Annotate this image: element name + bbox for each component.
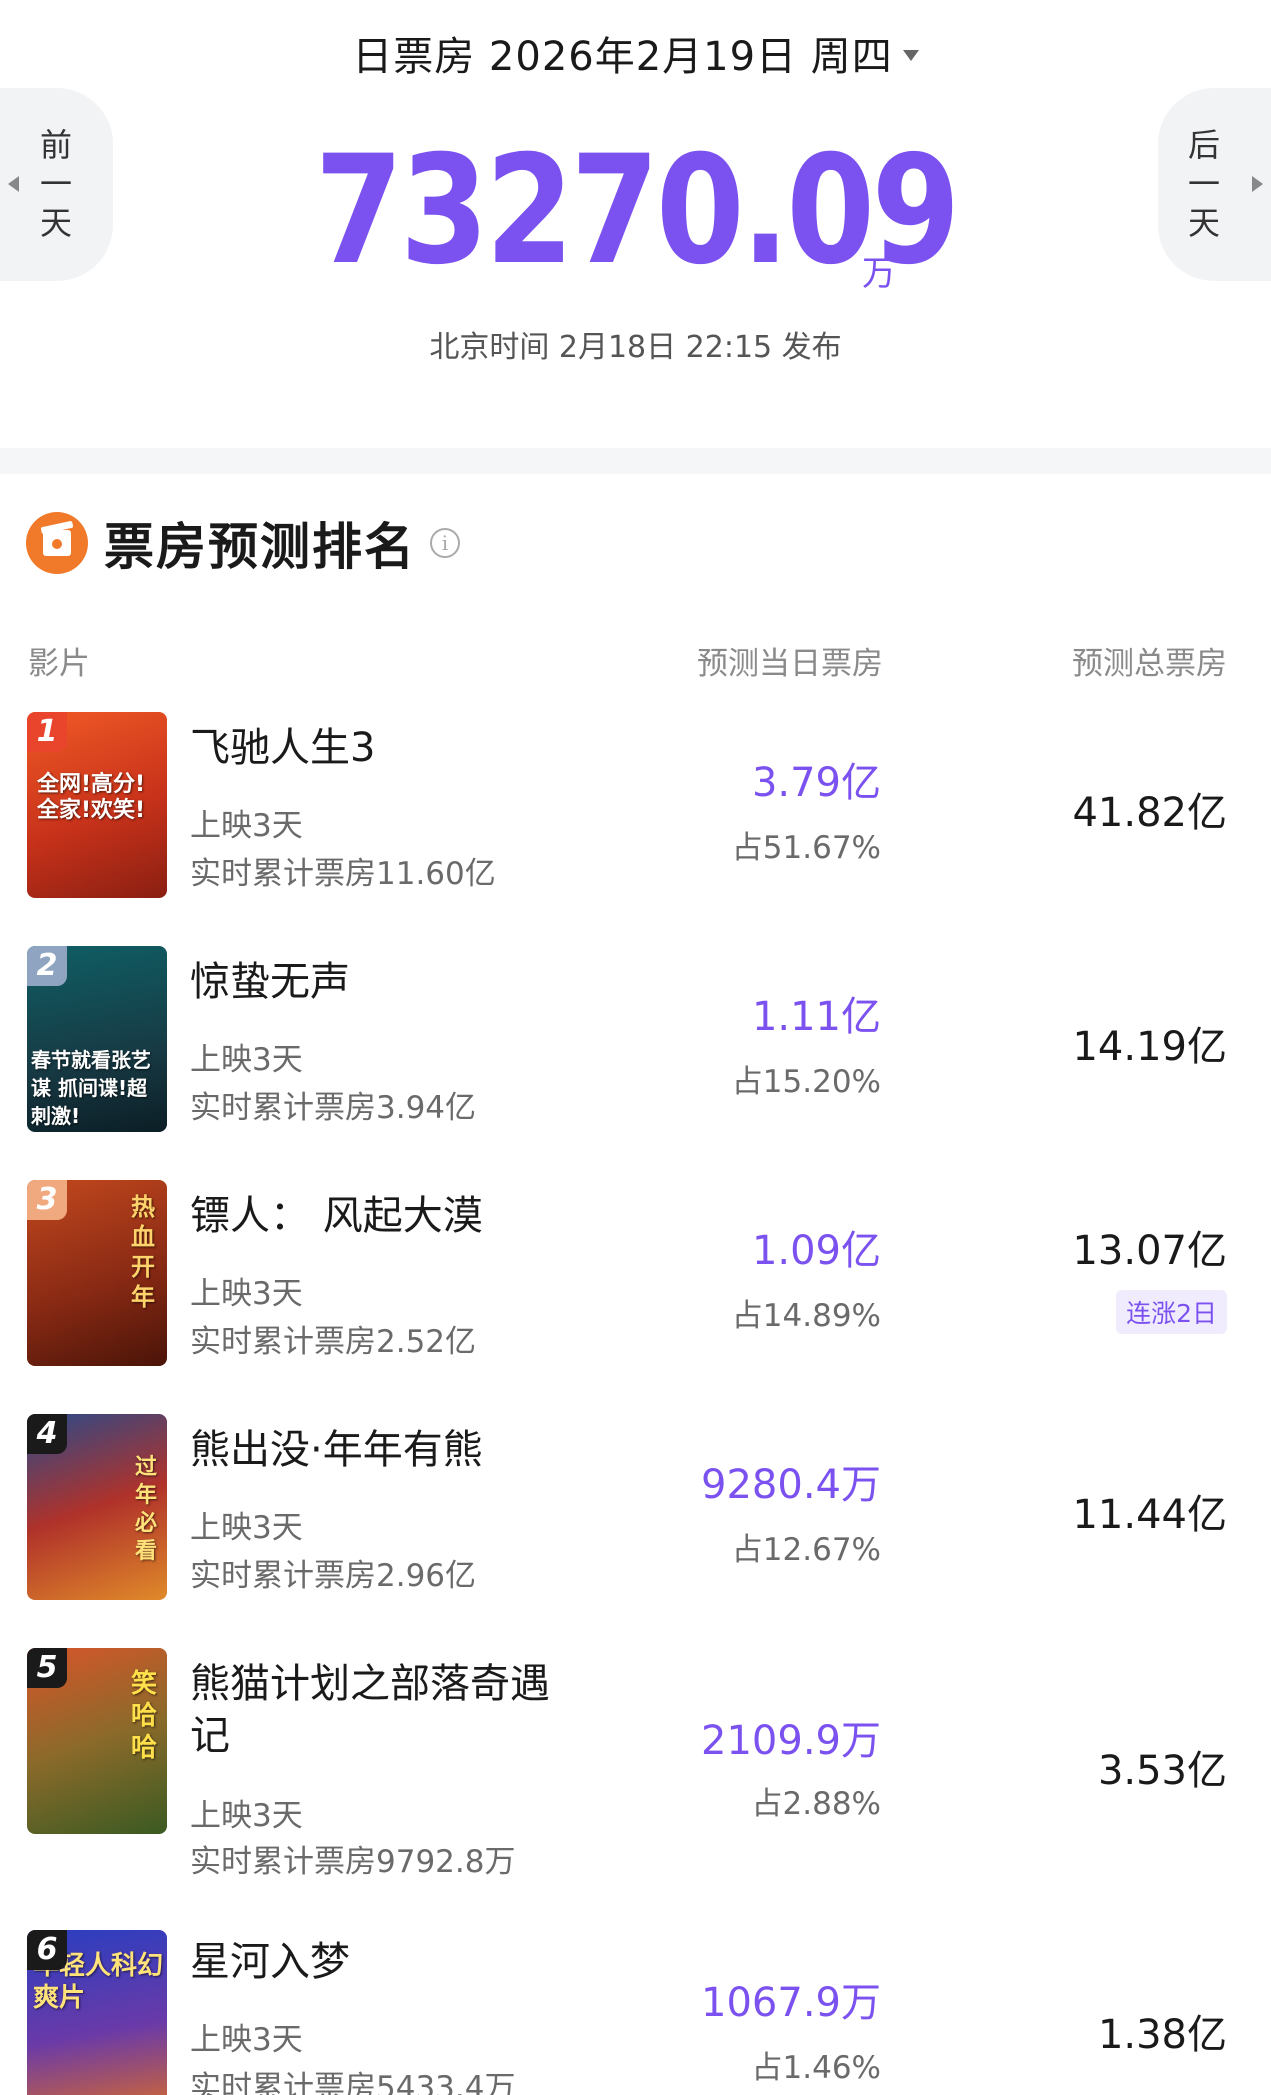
- film-row[interactable]: 热血开年 3 镖人： 风起大漠 上映3天 实时累计票房2.52亿 1.09亿 占…: [0, 1180, 1271, 1366]
- film-title: 星河入梦: [190, 1939, 350, 1985]
- publish-time: 北京时间 2月18日 22:15 发布: [429, 330, 842, 365]
- film-poster: 春节就看张艺谋 抓间谍!超刺激! 2: [27, 946, 167, 1132]
- film-title: 飞驰人生3: [190, 725, 376, 771]
- total-box-office-unit: 万: [862, 254, 896, 294]
- daily-box-office-header: 日票房 2026年2月19日 周四 前 一 天 后 一 天 73270.09 万…: [0, 0, 1271, 468]
- daily-forecast-value: 9280.4万: [701, 1462, 881, 1508]
- film-release-days: 上映3天: [190, 808, 303, 844]
- daily-share: 占2.88%: [751, 1786, 881, 1822]
- total-forecast-value: 11.44亿: [1072, 1492, 1227, 1538]
- film-row[interactable]: 年轻人科幻爽片 6 星河入梦 上映3天 实时累计票房5433.4万 1067.9…: [0, 1930, 1271, 2095]
- film-release-days: 上映3天: [190, 1042, 303, 1078]
- total-box-office: 73270.09 万: [0, 124, 1271, 298]
- film-title: 熊出没·年年有熊: [190, 1427, 483, 1473]
- total-forecast-value: 13.07亿: [1072, 1228, 1227, 1274]
- film-cumulative-box-office: 实时累计票房3.94亿: [190, 1090, 477, 1126]
- daily-share: 占1.46%: [751, 2050, 881, 2086]
- clapperboard-icon: [26, 512, 88, 574]
- daily-forecast-value: 1.11亿: [751, 994, 881, 1040]
- daily-forecast-value: 3.79亿: [751, 760, 881, 806]
- film-release-days: 上映3天: [190, 1276, 303, 1312]
- total-forecast-value: 14.19亿: [1072, 1024, 1227, 1070]
- streak-badge: 连涨2日: [1116, 1290, 1227, 1334]
- film-release-days: 上映3天: [190, 1510, 303, 1546]
- poster-caption: 过年必看: [135, 1455, 158, 1564]
- daily-share: 占14.89%: [731, 1298, 881, 1334]
- film-cumulative-box-office: 实时累计票房2.96亿: [190, 1558, 477, 1594]
- daily-forecast-value: 2109.9万: [701, 1718, 881, 1764]
- column-header-daily-forecast[interactable]: 预测当日票房: [697, 638, 883, 683]
- date-selector-label: 日票房 2026年2月19日 周四: [352, 34, 893, 80]
- film-row[interactable]: 全网!高分!全家!欢笑! 1 飞驰人生3 上映3天 实时累计票房11.60亿 3…: [0, 712, 1271, 898]
- date-selector[interactable]: 日票房 2026年2月19日 周四: [0, 24, 1271, 82]
- poster-caption: 全网!高分!全家!欢笑!: [37, 772, 146, 823]
- rank-badge: 1: [27, 712, 67, 752]
- daily-share: 占15.20%: [731, 1064, 881, 1100]
- poster-caption: 春节就看张艺谋 抓间谍!超刺激!: [31, 1048, 151, 1128]
- section-header: 票房预测排名 i: [26, 510, 460, 576]
- daily-forecast-value: 1067.9万: [701, 1980, 881, 2026]
- info-icon[interactable]: i: [430, 528, 460, 558]
- film-release-days: 上映3天: [190, 1798, 303, 1834]
- column-header-film: 影片: [28, 646, 90, 682]
- section-title: 票房预测排名: [104, 518, 416, 576]
- total-forecast-value: 1.38亿: [1097, 2012, 1227, 2058]
- daily-share: 占51.67%: [731, 830, 881, 866]
- film-release-days: 上映3天: [190, 2022, 303, 2058]
- film-title: 镖人： 风起大漠: [190, 1193, 483, 1239]
- film-title: 熊猫计划之部落奇遇记: [190, 1661, 550, 1759]
- film-row[interactable]: 春节就看张艺谋 抓间谍!超刺激! 2 惊蛰无声 上映3天 实时累计票房3.94亿…: [0, 946, 1271, 1132]
- film-row[interactable]: 笑哈哈 5 熊猫计划之部落奇遇记 上映3天 实时累计票房9792.8万 2109…: [0, 1648, 1271, 1880]
- rank-badge: 4: [27, 1414, 67, 1454]
- film-cumulative-box-office: 实时累计票房2.52亿: [190, 1324, 477, 1360]
- film-cumulative-box-office: 实时累计票房9792.8万: [190, 1844, 516, 1880]
- column-header-total-forecast[interactable]: 预测总票房: [1072, 638, 1227, 683]
- poster-caption: 笑哈哈: [131, 1669, 158, 1763]
- film-poster: 热血开年 3: [27, 1180, 167, 1366]
- film-cumulative-box-office: 实时累计票房11.60亿: [190, 856, 496, 892]
- total-box-office-value: 73270.09: [314, 124, 960, 298]
- rank-badge: 2: [27, 946, 67, 986]
- dropdown-caret-icon: [902, 49, 919, 61]
- total-forecast-value: 41.82亿: [1072, 790, 1227, 836]
- daily-share: 占12.67%: [731, 1532, 881, 1568]
- film-poster: 年轻人科幻爽片 6: [27, 1930, 167, 2095]
- film-cumulative-box-office: 实时累计票房5433.4万: [190, 2070, 516, 2095]
- film-title: 惊蛰无声: [190, 959, 350, 1005]
- rank-badge: 6: [27, 1930, 67, 1970]
- film-poster: 过年必看 4: [27, 1414, 167, 1600]
- film-poster: 笑哈哈 5: [27, 1648, 167, 1834]
- film-row[interactable]: 过年必看 4 熊出没·年年有熊 上映3天 实时累计票房2.96亿 9280.4万…: [0, 1414, 1271, 1600]
- poster-caption: 热血开年: [131, 1193, 155, 1311]
- rank-badge: 5: [27, 1648, 67, 1688]
- film-poster: 全网!高分!全家!欢笑! 1: [27, 712, 167, 898]
- daily-forecast-value: 1.09亿: [751, 1228, 881, 1274]
- total-forecast-value: 3.53亿: [1097, 1748, 1227, 1794]
- rank-badge: 3: [27, 1180, 67, 1220]
- section-divider: [0, 448, 1271, 474]
